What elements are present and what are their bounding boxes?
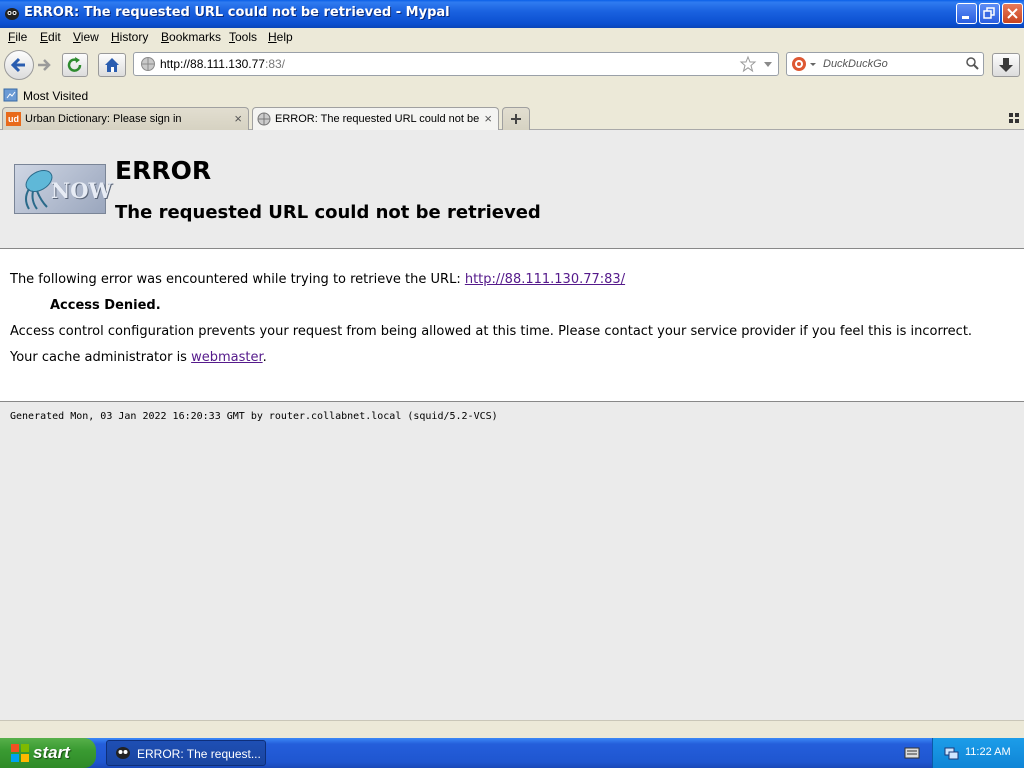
close-icon — [1007, 8, 1018, 19]
cache-admin-period: . — [262, 350, 267, 365]
cache-admin-line: Your cache administrator is webmaster. — [10, 350, 267, 365]
tab-error-active[interactable]: ERROR: The requested URL could not be...… — [252, 107, 499, 131]
dropdown-arrow-icon[interactable] — [762, 55, 774, 73]
close-window-button[interactable] — [1002, 3, 1023, 24]
navigation-toolbar: http://88.111.130.77:83/ DuckDuckGo — [0, 46, 1024, 84]
home-icon — [105, 58, 119, 72]
network-icon[interactable] — [943, 745, 959, 761]
back-button[interactable] — [4, 50, 34, 80]
access-control-message: Access control configuration prevents yo… — [10, 324, 973, 339]
reload-icon — [67, 57, 82, 72]
system-tray: 11:22 AM — [932, 738, 1024, 768]
cache-admin-text: Your cache administrator is — [10, 350, 192, 365]
access-denied-label: Access Denied. — [50, 298, 161, 313]
mypal-task-icon — [116, 747, 130, 759]
squid-logo: NOW — [14, 164, 112, 214]
error-body: The following error was encountered whil… — [0, 249, 1024, 402]
bookmark-star-icon[interactable] — [739, 55, 757, 73]
duckduckgo-engine-icon[interactable] — [791, 56, 807, 72]
start-button[interactable]: start — [0, 738, 96, 768]
back-arrow-icon — [10, 57, 25, 73]
search-bar[interactable]: DuckDuckGo — [786, 52, 984, 76]
window-title: ERROR: The requested URL could not be re… — [24, 5, 450, 20]
menu-bar: File Edit View History Bookmarks Tools H… — [0, 28, 1024, 46]
globe-icon — [141, 57, 155, 71]
bookmarks-toolbar: Most Visited — [0, 84, 1024, 106]
menu-history[interactable]: History — [111, 30, 148, 44]
close-tab-icon[interactable]: × — [484, 111, 492, 126]
taskbar-window-label: ERROR: The request... — [137, 747, 261, 761]
close-tab-icon[interactable]: × — [234, 111, 242, 126]
taskbar-window-button[interactable]: ERROR: The request... — [106, 740, 266, 766]
page-subtitle: The requested URL could not be retrieved — [115, 202, 541, 223]
globe-favicon-icon — [257, 112, 271, 126]
engine-dropdown-icon[interactable] — [809, 56, 817, 72]
error-header: NOW ERROR The requested URL could not be… — [0, 130, 1024, 249]
start-label: start — [33, 743, 70, 762]
webmaster-link[interactable]: webmaster — [191, 350, 263, 365]
page-title: ERROR — [115, 156, 212, 185]
windows-logo-icon — [11, 744, 29, 762]
download-arrow-icon — [999, 58, 1013, 72]
list-all-tabs-icon[interactable] — [1008, 112, 1020, 124]
menu-edit[interactable]: Edit — [40, 30, 61, 44]
requested-url-link[interactable]: http://88.111.130.77:83/ — [465, 272, 625, 287]
tab-strip: ud Urban Dictionary: Please sign in × ER… — [0, 106, 1024, 131]
tab-label: Urban Dictionary: Please sign in — [25, 113, 182, 125]
keyboard-icon[interactable] — [904, 746, 920, 760]
generated-footer: Generated Mon, 03 Jan 2022 16:20:33 GMT … — [10, 411, 498, 422]
menu-file[interactable]: File — [8, 30, 27, 44]
status-bar — [0, 720, 1024, 738]
minimize-button[interactable] — [956, 3, 977, 24]
search-placeholder: DuckDuckGo — [823, 58, 888, 70]
menu-view[interactable]: View — [73, 30, 99, 44]
minimize-icon — [962, 16, 969, 19]
error-description-text: The following error was encountered whil… — [10, 272, 465, 287]
menu-help[interactable]: Help — [268, 30, 293, 44]
home-button[interactable] — [98, 53, 126, 77]
page-content: NOW ERROR The requested URL could not be… — [0, 130, 1024, 720]
url-bar[interactable]: http://88.111.130.77:83/ — [133, 52, 779, 76]
tab-label: ERROR: The requested URL could not be... — [275, 113, 480, 125]
forward-button[interactable] — [34, 54, 56, 76]
most-visited-folder-icon — [3, 88, 18, 102]
reload-button[interactable] — [62, 53, 88, 77]
url-text: http://88.111.130.77:83/ — [160, 57, 285, 71]
menu-tools[interactable]: Tools — [229, 30, 257, 44]
plus-icon — [511, 114, 521, 124]
window-title-bar[interactable]: ERROR: The requested URL could not be re… — [0, 0, 1024, 28]
most-visited-label: Most Visited — [23, 89, 89, 103]
urban-dictionary-favicon: ud — [6, 112, 21, 126]
forward-arrow-icon — [38, 59, 51, 71]
downloads-button[interactable] — [992, 53, 1020, 77]
mypal-app-icon — [5, 8, 19, 20]
logo-text: NOW — [51, 178, 113, 203]
restore-icon — [983, 7, 995, 19]
tab-urban-dictionary[interactable]: ud Urban Dictionary: Please sign in × — [2, 107, 249, 130]
menu-bookmarks[interactable]: Bookmarks — [161, 30, 221, 44]
restore-button[interactable] — [979, 3, 1000, 24]
search-icon[interactable] — [965, 56, 981, 72]
windows-taskbar: start ERROR: The request... 11:22 AM — [0, 738, 1024, 768]
new-tab-button[interactable] — [502, 107, 530, 130]
clock[interactable]: 11:22 AM — [965, 746, 1011, 758]
error-description: The following error was encountered whil… — [10, 272, 625, 287]
